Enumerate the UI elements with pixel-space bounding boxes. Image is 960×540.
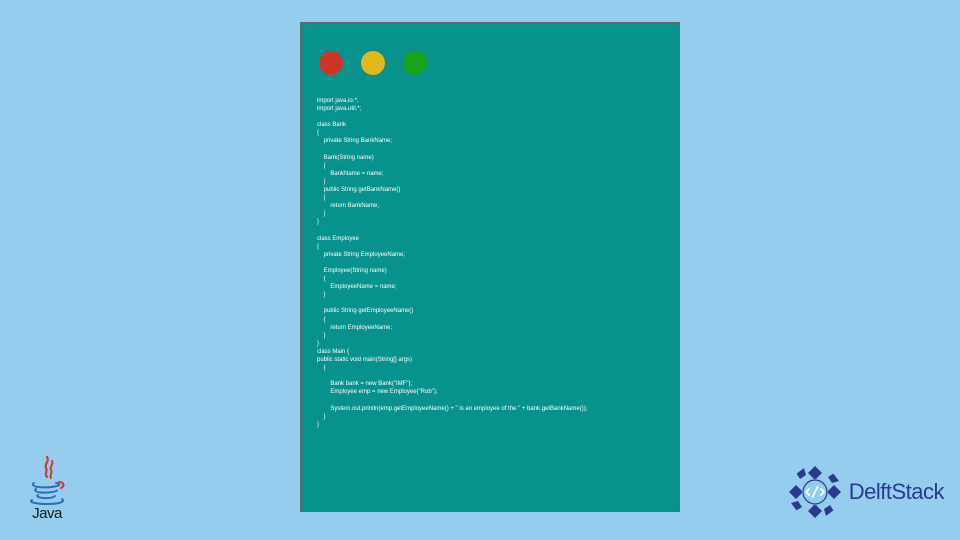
code-window: import java.io.*; import java.util.*; cl… [300, 22, 680, 512]
delftstack-badge-icon [787, 464, 843, 520]
java-cup-icon [26, 455, 68, 507]
maximize-dot-icon [403, 51, 427, 75]
java-logo-label: Java [32, 505, 62, 522]
code-content: import java.io.*; import java.util.*; cl… [301, 75, 679, 429]
close-dot-icon [319, 51, 343, 75]
minimize-dot-icon [361, 51, 385, 75]
delftstack-logo-label: DelftStack [849, 479, 944, 505]
java-logo: Java [20, 450, 74, 522]
window-controls [301, 23, 679, 75]
delftstack-logo: DelftStack [787, 464, 944, 520]
